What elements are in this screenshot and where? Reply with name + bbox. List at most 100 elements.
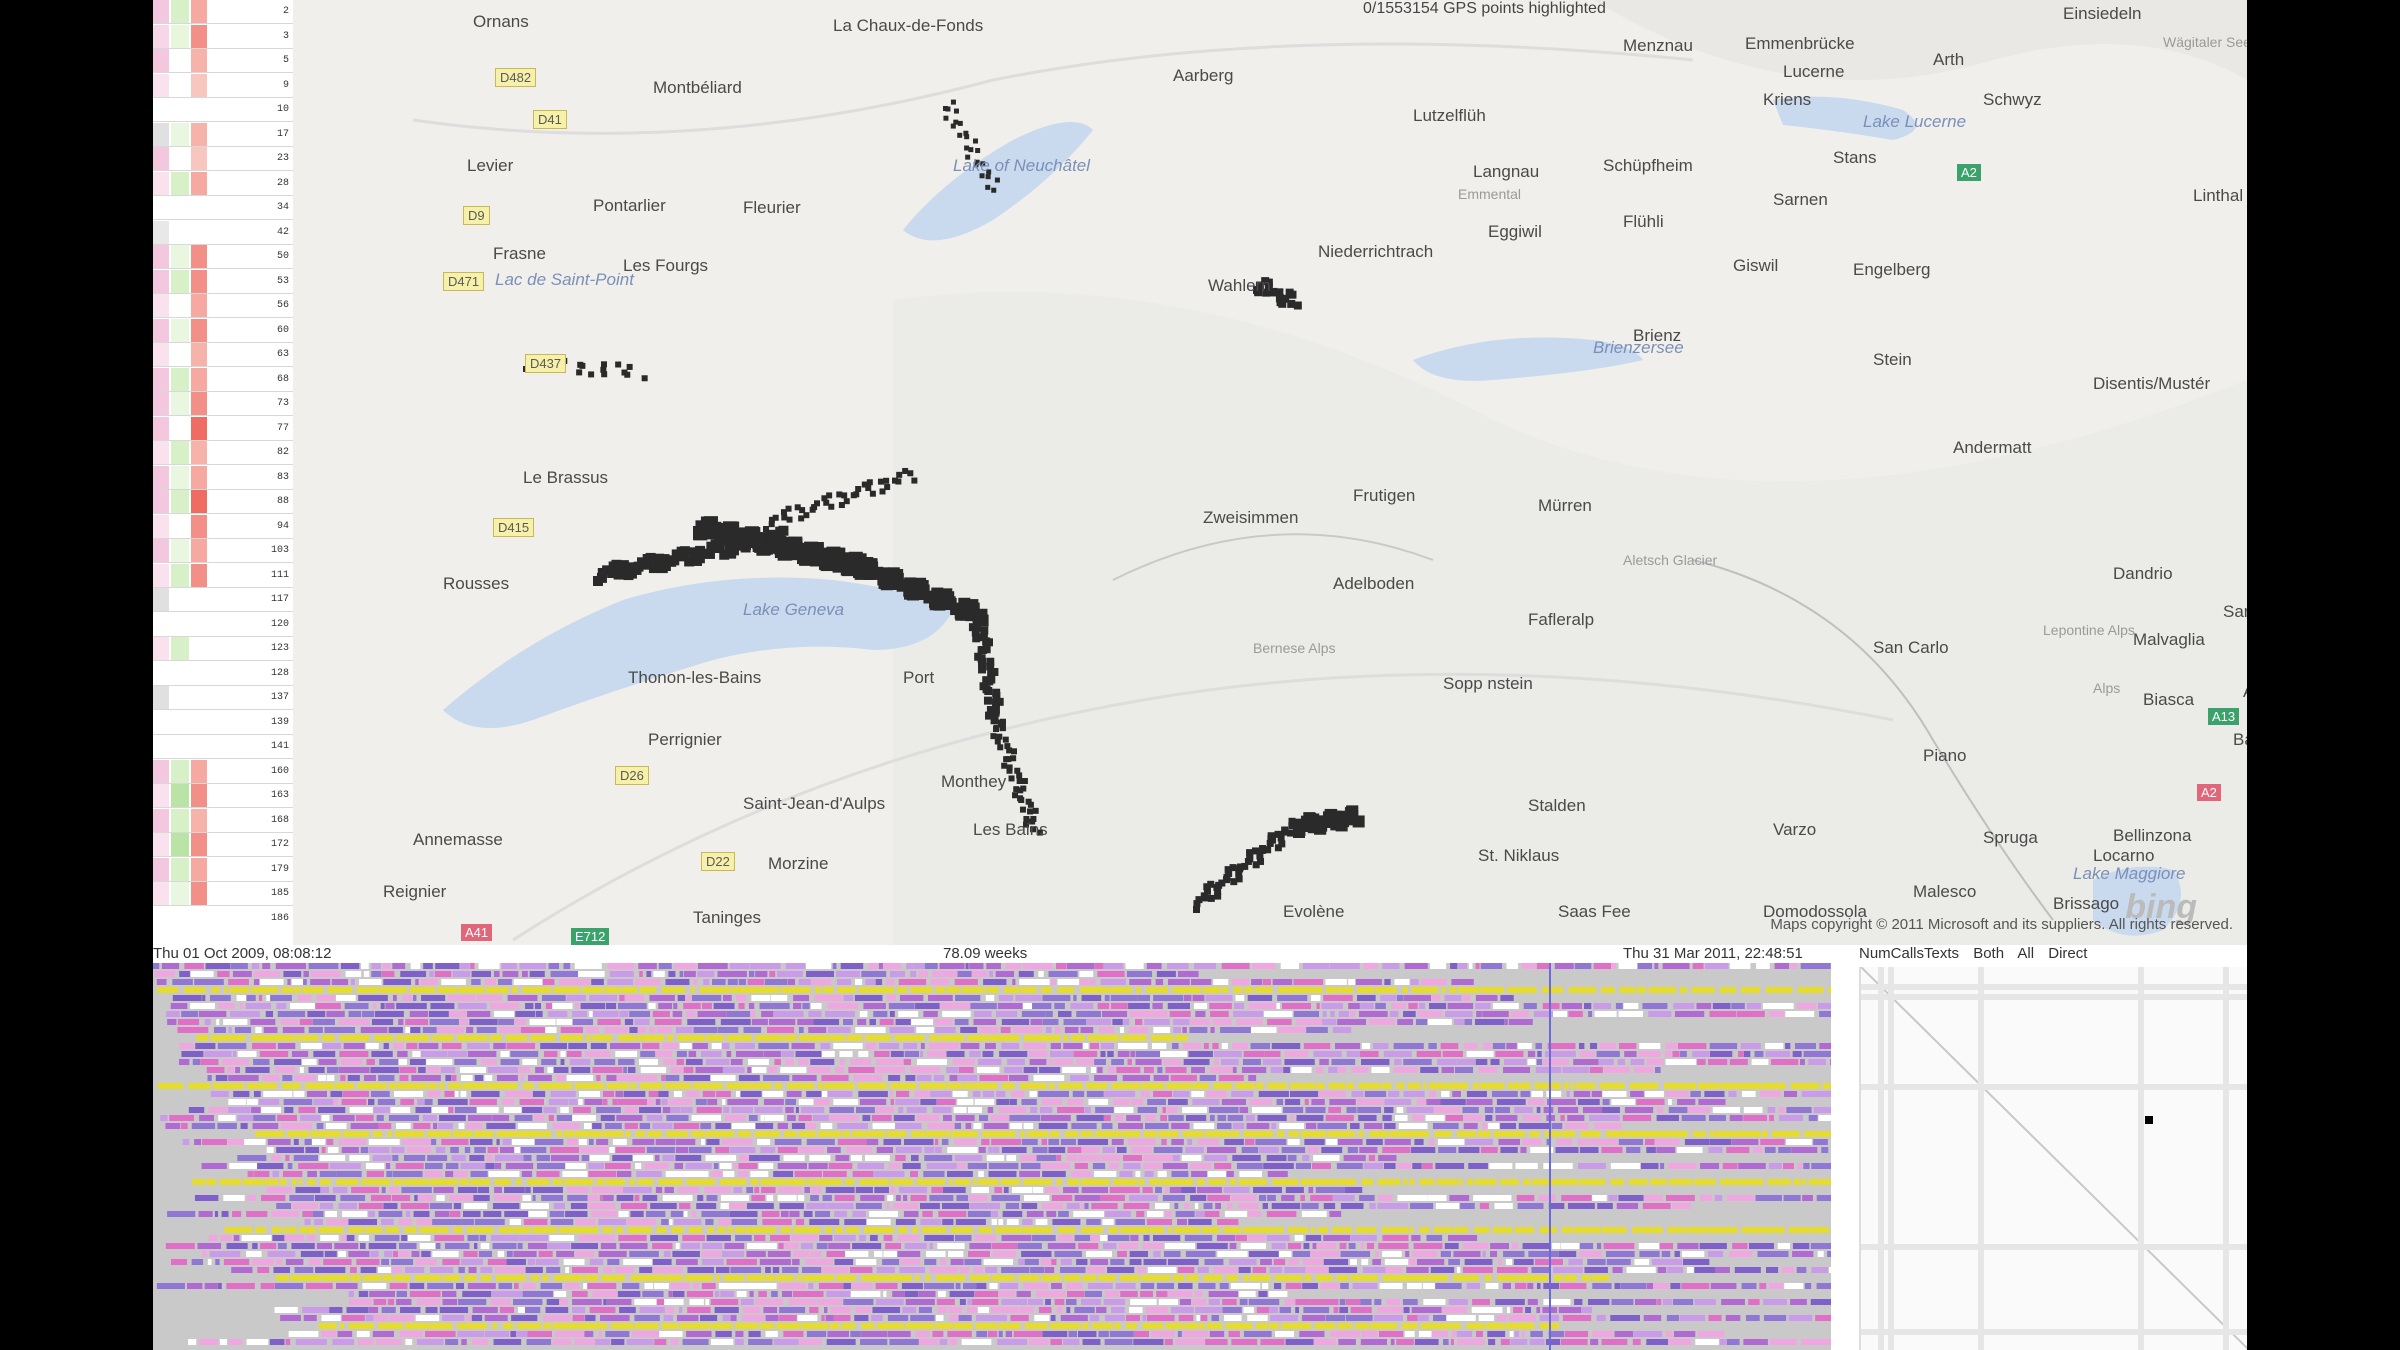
contact-list-sidebar[interactable]: 2 3 5 9 10 17 23 28 34 42 50 53 56 60 63… [153,0,294,930]
map-place-label: Le Brassus [523,468,609,487]
contact-swatch [171,784,189,807]
contact-swatch [191,220,207,244]
contact-swatch [153,637,169,660]
contact-swatch [171,857,189,881]
contact-row[interactable]: 10 [153,98,293,122]
map-view[interactable]: Ornans La Chaux-de-Fonds Aarberg Menznau Emm… [293,0,2247,945]
contact-swatch [191,490,207,513]
contact-swatch [191,514,207,538]
tab-direct[interactable]: Direct [2048,945,2087,962]
contact-row[interactable]: 17 [153,122,293,147]
map-place-label: Schwyz [1983,90,2042,109]
contact-row[interactable]: 163 [153,784,293,808]
contact-id: 3 [282,30,289,42]
contact-swatch [153,245,169,268]
contact-row[interactable]: 9 [153,73,293,98]
contact-swatch [171,294,189,317]
contact-swatch [153,24,169,48]
adjacency-matrix[interactable] [1859,967,2247,1350]
contact-row[interactable]: 186 [153,906,293,930]
contact-swatch [171,539,189,562]
contact-swatch [153,122,169,146]
map-place-label: Eggiwil [1488,222,1542,241]
contact-id: 34 [276,202,289,213]
contact-row[interactable]: 23 [153,147,293,171]
contact-row[interactable]: 141 [153,735,293,759]
contact-swatch [171,73,189,97]
contact-id: 53 [276,275,289,287]
contact-row[interactable]: 82 [153,441,293,465]
contact-row[interactable]: 128 [153,661,293,686]
map-place-label: Thonon-les-Bains [628,668,762,687]
contact-row[interactable]: 60 [153,318,293,343]
contact-swatch [171,833,189,856]
contact-timeline[interactable] [153,963,1831,1350]
map-place-label: Evolène [1283,902,1345,921]
contact-row[interactable]: 77 [153,416,293,441]
contact-row[interactable]: 88 [153,490,293,514]
contact-row[interactable]: 179 [153,857,293,882]
contact-row[interactable]: 2 [153,0,293,24]
map-place-label: Baggio [2233,730,2247,749]
contact-swatch [191,392,207,415]
contact-row[interactable]: 73 [153,392,293,416]
contact-swatch [153,269,169,293]
contact-swatch [191,784,207,807]
map-place-label: Wahlern [1208,276,1271,295]
contact-row[interactable]: 185 [153,882,293,906]
contact-swatch [191,269,207,293]
contact-swatch [153,882,169,905]
contact-row[interactable]: 28 [153,171,293,196]
contact-id: 139 [270,716,289,728]
contact-id: 168 [270,814,289,826]
contact-row[interactable]: 139 [153,710,293,735]
map-place-label: Malesco [1913,882,1977,901]
contact-row[interactable]: 103 [153,539,293,563]
contact-row[interactable]: 53 [153,269,293,294]
contact-swatch [153,416,169,440]
map-place-label: Sarnen [1773,190,1828,209]
map-place-label: Kriens [1763,90,1812,109]
contact-swatch [171,637,189,660]
road-shield: D26 [615,766,649,785]
contact-row[interactable]: 160 [153,759,293,784]
tab-all[interactable]: All [2017,945,2034,962]
map-place-label: San Bernardino [2223,602,2247,621]
contact-swatch [171,392,189,415]
contact-row[interactable]: 34 [153,196,293,220]
contact-row[interactable]: 123 [153,637,293,661]
contact-row[interactable]: 117 [153,588,293,612]
contact-id: 163 [270,790,289,801]
contact-row[interactable]: 63 [153,343,293,367]
contact-swatch [153,759,169,783]
contact-id: 141 [270,741,289,752]
map-place-label: Reignier [383,882,447,901]
contact-row[interactable]: 50 [153,245,293,269]
tab-both[interactable]: Both [1973,945,2004,962]
matrix-canvas [1861,967,2247,1350]
contact-swatch [191,49,207,72]
contact-swatch [171,122,189,146]
contact-row[interactable]: 94 [153,514,293,539]
map-place-label: Biasca [2143,690,2195,709]
contact-row[interactable]: 137 [153,686,293,710]
contact-row[interactable]: 56 [153,294,293,318]
map-place-label: Frutigen [1353,486,1416,505]
contact-swatch [191,196,207,219]
contact-row[interactable]: 5 [153,49,293,73]
contact-id: 17 [276,128,289,140]
contact-id: 63 [276,349,289,360]
contact-swatch [153,98,169,121]
contact-row[interactable]: 172 [153,833,293,857]
contact-row[interactable]: 83 [153,465,293,490]
contact-row[interactable]: 111 [153,563,293,588]
contact-row[interactable]: 3 [153,24,293,49]
tab-numcallstexts[interactable]: NumCallsTexts [1859,945,1959,962]
contact-swatch [153,73,169,97]
contact-row[interactable]: 168 [153,808,293,833]
contact-row[interactable]: 68 [153,367,293,392]
contact-row[interactable]: 120 [153,612,293,637]
contact-row[interactable]: 42 [153,220,293,245]
contact-swatch [191,882,207,905]
contact-id: 88 [276,496,289,507]
